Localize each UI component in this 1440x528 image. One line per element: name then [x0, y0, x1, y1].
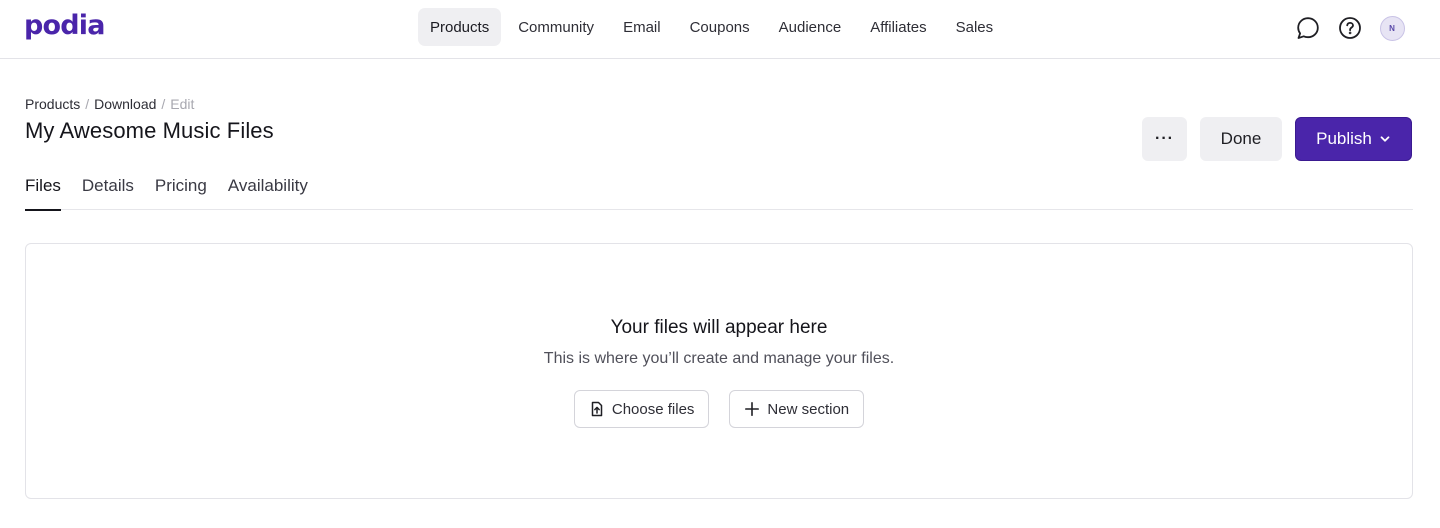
empty-state-actions: Choose files New section [26, 390, 1412, 428]
files-empty-state-card: Your files will appear here This is wher… [25, 243, 1413, 499]
nav-item-affiliates[interactable]: Affiliates [858, 8, 938, 46]
new-section-label: New section [767, 400, 850, 418]
nav-item-coupons[interactable]: Coupons [678, 8, 762, 46]
user-avatar[interactable]: N [1378, 14, 1406, 42]
header-actions: ··· Done Publish [1142, 117, 1412, 161]
publish-button-label: Publish [1316, 129, 1372, 148]
new-section-button[interactable]: New section [729, 390, 865, 428]
more-options-button[interactable]: ··· [1142, 117, 1187, 161]
breadcrumb-separator: / [85, 96, 90, 112]
tab-details[interactable]: Details [82, 170, 134, 210]
nav-item-audience[interactable]: Audience [767, 8, 854, 46]
done-button[interactable]: Done [1200, 117, 1282, 161]
breadcrumb-separator: / [161, 96, 166, 112]
tab-availability[interactable]: Availability [228, 170, 308, 210]
choose-files-button[interactable]: Choose files [573, 390, 710, 428]
tab-files[interactable]: Files [25, 170, 61, 211]
breadcrumb-edit: Edit [170, 96, 195, 112]
tab-pricing[interactable]: Pricing [155, 170, 207, 210]
publish-button[interactable]: Publish [1295, 117, 1412, 161]
plus-icon [744, 401, 760, 417]
file-upload-icon [589, 401, 605, 417]
nav-item-email[interactable]: Email [611, 8, 673, 46]
choose-files-label: Choose files [611, 400, 695, 418]
nav-item-products[interactable]: Products [418, 8, 502, 46]
empty-state-title: Your files will appear here [610, 317, 828, 338]
top-right-icons: N [1280, 14, 1406, 42]
page-title: My Awesome Music Files [25, 118, 274, 143]
nav-item-sales[interactable]: Sales [944, 8, 1006, 46]
chat-bubble-icon[interactable] [1294, 14, 1322, 42]
chevron-down-icon [1379, 133, 1391, 145]
breadcrumb: Products / Download / Edit [25, 96, 194, 112]
help-circle-icon[interactable] [1336, 14, 1364, 42]
avatar-initial: N [1379, 15, 1405, 41]
breadcrumb-products[interactable]: Products [25, 96, 80, 112]
product-tabs: Files Details Pricing Availability [25, 170, 1413, 211]
breadcrumb-download[interactable]: Download [94, 96, 156, 112]
empty-state-subtitle: This is where you’ll create and manage y… [543, 350, 895, 367]
podia-logo[interactable]: podia [24, 10, 105, 41]
top-navigation-bar: podia Products Community Email Coupons A… [0, 0, 1440, 59]
nav-item-community[interactable]: Community [506, 8, 606, 46]
main-nav: Products Community Email Coupons Audienc… [418, 8, 1010, 46]
